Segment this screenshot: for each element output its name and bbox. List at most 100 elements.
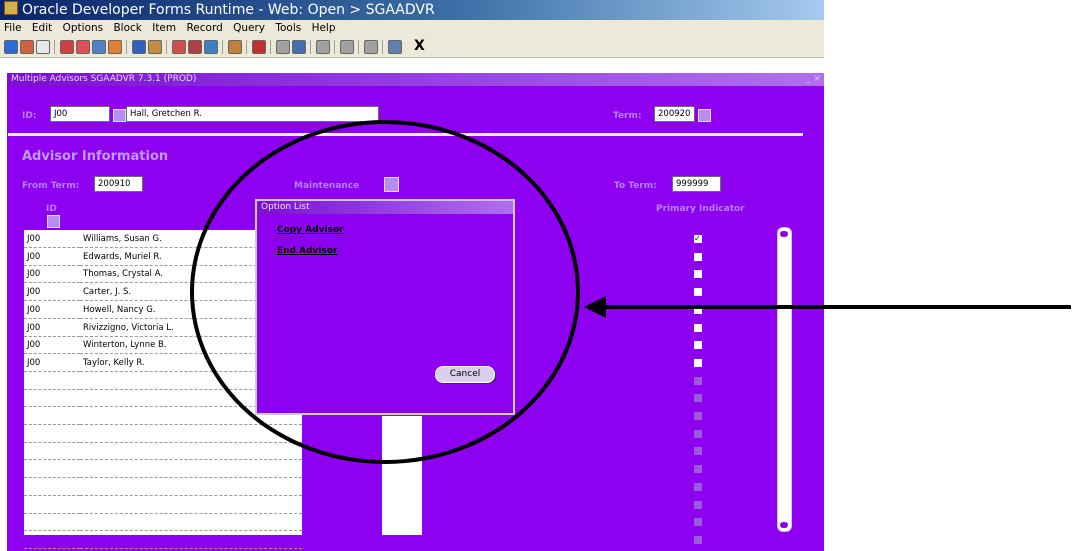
advisor-id-cell[interactable]: J00 <box>24 231 80 248</box>
advisor-id-cell[interactable]: J00 <box>24 355 80 372</box>
advisor-id-cell[interactable]: J00 <box>24 320 80 337</box>
execute-query-icon[interactable] <box>148 40 162 54</box>
primary-indicator-checkbox[interactable] <box>694 270 702 278</box>
form-title: Multiple Advisors SGAADVR 7.3.1 (PROD) <box>11 74 197 84</box>
primary-indicator-checkbox[interactable] <box>694 253 702 261</box>
toolbar: X <box>0 37 824 58</box>
lock-record-icon[interactable] <box>204 40 218 54</box>
term-field[interactable]: 200920 <box>654 106 695 122</box>
advisor-name-cell <box>80 514 302 531</box>
previous-block-icon[interactable] <box>316 40 330 54</box>
advisor-name-cell <box>80 497 302 514</box>
primary-indicator-checkbox[interactable] <box>694 288 702 296</box>
primary-indicator-disabled <box>694 394 702 402</box>
primary-indicator-disabled <box>694 465 702 473</box>
advisor-name-cell <box>80 443 302 460</box>
advisor-id-cell[interactable] <box>24 443 80 460</box>
help-icon[interactable] <box>364 40 378 54</box>
attachment-icon[interactable] <box>228 40 242 54</box>
oracle-app-icon <box>4 1 18 15</box>
print-icon[interactable] <box>36 40 50 54</box>
last-record-icon[interactable] <box>108 40 122 54</box>
advisor-id-cell[interactable] <box>24 461 80 478</box>
about-icon[interactable] <box>388 40 402 54</box>
term-label: Term: <box>613 111 642 121</box>
primary-indicator-disabled <box>694 518 702 526</box>
advisor-section-heading: Advisor Information <box>22 149 169 164</box>
menu-edit[interactable]: Edit <box>32 22 52 34</box>
exit-icon[interactable]: X <box>414 38 425 54</box>
previous-record-icon[interactable] <box>76 40 90 54</box>
id-lookup-button[interactable] <box>113 109 126 122</box>
advisor-id-cell[interactable] <box>24 497 80 514</box>
menu-record[interactable]: Record <box>186 22 222 34</box>
menu-block[interactable]: Block <box>113 22 141 34</box>
next-block-icon[interactable] <box>340 40 354 54</box>
remove-record-icon[interactable] <box>188 40 202 54</box>
primary-indicator-disabled <box>694 447 702 455</box>
advisor-name-cell <box>80 479 302 496</box>
scroll-up-icon[interactable] <box>780 231 788 237</box>
menu-tools[interactable]: Tools <box>275 22 301 34</box>
window-title: Oracle Developer Forms Runtime - Web: Op… <box>22 2 435 18</box>
scroll-down-icon[interactable] <box>780 522 788 528</box>
advisor-id-cell[interactable]: J00 <box>24 266 80 283</box>
term-lookup-button[interactable] <box>698 109 711 122</box>
id-field[interactable]: J00 <box>50 106 110 122</box>
advisor-id-cell[interactable]: J00 <box>24 249 80 266</box>
advisor-name-cell <box>80 461 302 478</box>
advisor-id-cell[interactable] <box>24 373 80 390</box>
highlight-ellipse <box>190 120 580 464</box>
advisor-id-cell[interactable]: J00 <box>24 302 80 319</box>
id-label: ID: <box>22 111 37 121</box>
menu-help[interactable]: Help <box>312 22 336 34</box>
annotation-arrow-shaft <box>600 305 1071 309</box>
primary-indicator-checkbox[interactable] <box>694 341 702 349</box>
menu-options[interactable]: Options <box>63 22 104 34</box>
advisor-id-lookup-button[interactable] <box>47 215 60 228</box>
advisor-id-cell[interactable] <box>24 532 80 549</box>
undo-icon[interactable] <box>20 40 34 54</box>
primary-indicator-checkbox[interactable]: ✓ <box>694 235 702 243</box>
window-titlebar: Oracle Developer Forms Runtime - Web: Op… <box>0 0 824 20</box>
menu-bar: File Edit Options Block Item Record Quer… <box>0 20 824 37</box>
advisor-id-cell[interactable] <box>24 408 80 425</box>
print-report-icon[interactable] <box>252 40 266 54</box>
primary-indicator-disabled <box>694 536 702 544</box>
from-term-label: From Term: <box>22 181 80 191</box>
primary-indicator-checkbox[interactable] <box>694 324 702 332</box>
id-column-label: ID <box>46 204 57 214</box>
primary-indicator-disabled <box>694 412 702 420</box>
first-record-icon[interactable] <box>60 40 74 54</box>
save-icon[interactable] <box>4 40 18 54</box>
refresh-icon[interactable] <box>292 40 306 54</box>
menu-file[interactable]: File <box>4 22 22 34</box>
primary-indicator-disabled <box>694 377 702 385</box>
form-titlebar: Multiple Advisors SGAADVR 7.3.1 (PROD) _… <box>7 73 824 86</box>
advisor-id-cell[interactable]: J00 <box>24 284 80 301</box>
annotation-arrow-head <box>584 296 606 318</box>
from-term-field[interactable]: 200910 <box>94 176 143 192</box>
to-term-field[interactable]: 999999 <box>672 176 721 192</box>
menu-item[interactable]: Item <box>152 22 176 34</box>
student-name-field: Hall, Gretchen R. <box>126 106 379 122</box>
advisor-id-cell[interactable] <box>24 426 80 443</box>
advisor-id-cell[interactable] <box>24 514 80 531</box>
to-term-label: To Term: <box>614 181 657 191</box>
primary-indicator-checkbox[interactable] <box>694 359 702 367</box>
menu-query[interactable]: Query <box>233 22 265 34</box>
primary-indicator-label: Primary Indicator <box>656 204 745 214</box>
advisor-id-cell[interactable] <box>24 479 80 496</box>
primary-indicator-disabled <box>694 430 702 438</box>
rollback-icon[interactable] <box>276 40 290 54</box>
insert-record-icon[interactable] <box>172 40 186 54</box>
advisor-id-cell[interactable] <box>24 390 80 407</box>
next-record-icon[interactable] <box>92 40 106 54</box>
primary-indicator-disabled <box>694 501 702 509</box>
primary-indicator-disabled <box>694 483 702 491</box>
form-window-controls[interactable]: _ × <box>806 73 821 86</box>
advisor-id-cell[interactable]: J00 <box>24 337 80 354</box>
advisor-name-cell <box>80 532 302 549</box>
enter-query-icon[interactable] <box>132 40 146 54</box>
advisor-scrollbar[interactable] <box>777 227 792 532</box>
